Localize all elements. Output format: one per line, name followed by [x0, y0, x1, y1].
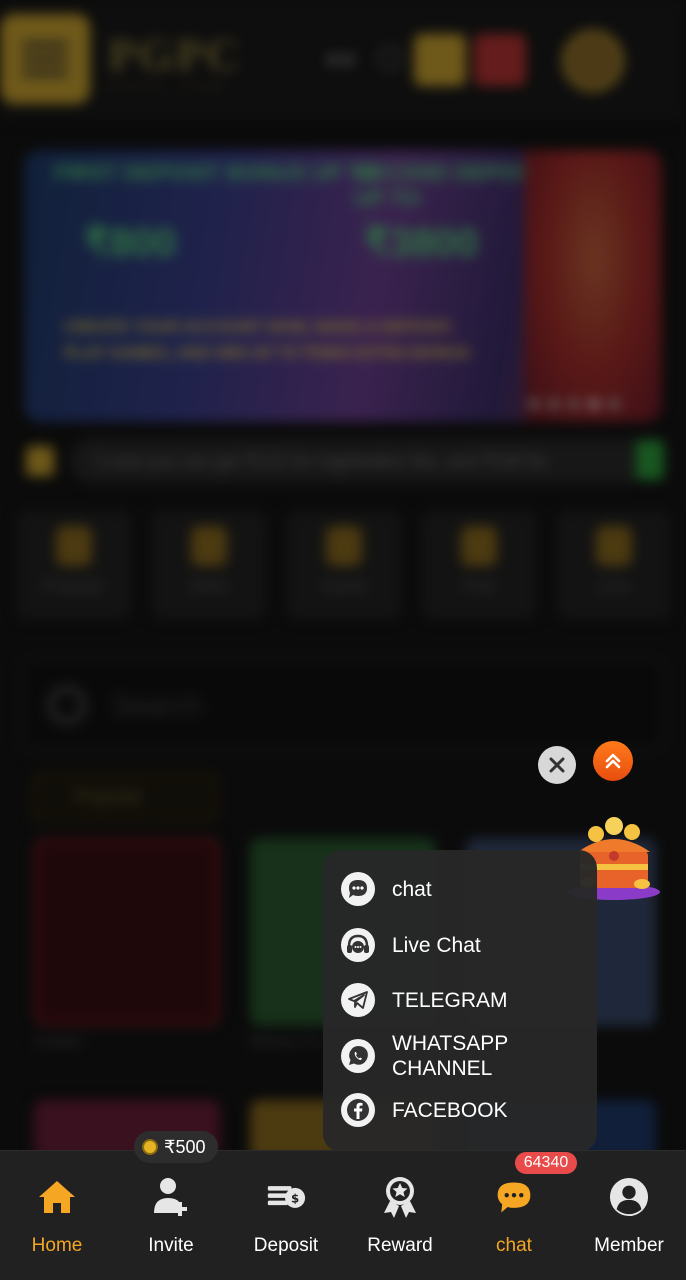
reward-amount: ₹500	[164, 1136, 206, 1157]
menu-item-label: chat	[392, 877, 432, 901]
nav-home[interactable]: Home	[0, 1151, 114, 1280]
menu-item-label: TELEGRAM	[392, 988, 508, 1012]
double-chevron-up-icon	[605, 753, 621, 769]
nav-label: Home	[31, 1235, 83, 1256]
close-icon	[549, 757, 565, 773]
reward-medal-icon	[380, 1175, 420, 1219]
chat-icon	[494, 1175, 534, 1219]
nav-label: Deposit	[253, 1235, 319, 1256]
menu-item-facebook[interactable]: FACEBOOK	[341, 1093, 508, 1127]
nav-label: chat	[496, 1235, 532, 1256]
menu-item-label-line: WHATSAPP	[392, 1032, 509, 1055]
app-screen: PGPC PGPC.COM ◆◆ FIRST DEPOSIT BONUS UP …	[0, 0, 686, 1280]
svg-text:$: $	[291, 1191, 299, 1205]
chat-count-badge: 64340	[515, 1152, 577, 1174]
telegram-icon	[341, 983, 375, 1017]
home-icon	[37, 1175, 77, 1219]
menu-item-label: WHATSAPP CHANNEL	[392, 1031, 508, 1081]
invite-reward-badge: ₹500	[134, 1131, 218, 1163]
deposit-icon: $	[266, 1175, 306, 1219]
menu-item-whatsapp-channel[interactable]: WHATSAPP CHANNEL	[341, 1031, 508, 1081]
nav-invite[interactable]: Invite	[114, 1151, 228, 1280]
close-button[interactable]	[538, 746, 576, 784]
menu-item-chat[interactable]: chat	[341, 872, 432, 906]
nav-label: Invite	[148, 1235, 194, 1256]
facebook-icon	[341, 1093, 375, 1127]
nav-member[interactable]: Member	[572, 1151, 686, 1280]
chat-bubble-icon	[341, 872, 375, 906]
menu-item-label-line: CHANNEL	[392, 1057, 493, 1080]
whatsapp-icon	[341, 1039, 375, 1073]
nav-reward[interactable]: Reward	[343, 1151, 457, 1280]
menu-item-live-chat[interactable]: Live Chat	[341, 928, 481, 962]
member-icon	[609, 1175, 649, 1219]
nav-label: Reward	[367, 1235, 433, 1256]
bottom-nav: Home Invite $ Deposit Reward chat Member	[0, 1150, 686, 1280]
nav-deposit[interactable]: $ Deposit	[229, 1151, 343, 1280]
menu-item-telegram[interactable]: TELEGRAM	[341, 983, 508, 1017]
scroll-top-button[interactable]	[593, 741, 633, 781]
nav-label: Member	[594, 1235, 664, 1256]
headset-icon	[341, 928, 375, 962]
menu-item-label: FACEBOOK	[392, 1098, 508, 1122]
coin-icon	[142, 1139, 158, 1155]
menu-item-label: Live Chat	[392, 933, 481, 957]
contact-menu-popup: chat Live Chat TELEGRAM WHATSAPP CHANNEL …	[323, 850, 597, 1152]
add-user-icon	[151, 1175, 191, 1219]
